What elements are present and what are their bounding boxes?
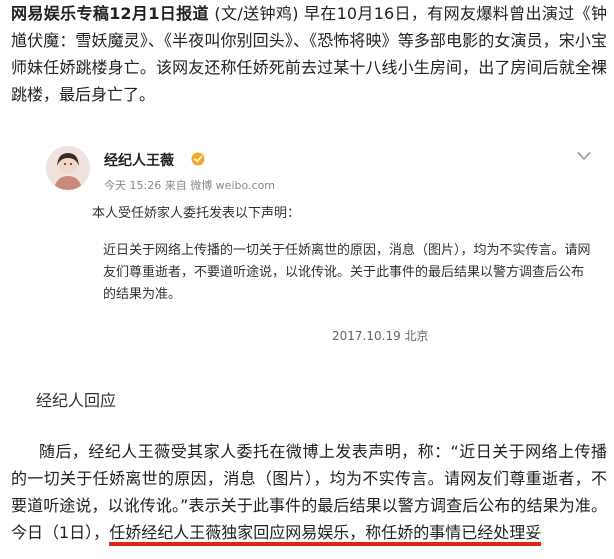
weibo-statement-heading: 本人受任娇家人委托发表以下声明： [92,206,301,221]
weibo-statement-body: 近日关于网络上传播的一切关于任娇离世的原因，消息（图片），均为不实传言。请网友们… [103,243,591,302]
chevron-down-icon[interactable] [577,151,591,161]
avatar-image [46,146,90,190]
article-intro-paragraph: 网易娱乐专稿12月1日报道 (文/送钟鸡) 早在10月16日，有网友爆料曾出演过… [11,0,607,108]
article-lead-bold: 网易娱乐专稿12月1日报道 [11,4,209,23]
weibo-statement-date: 2017.10.19 北京 [332,329,429,343]
avatar[interactable] [46,146,90,190]
article-body-paragraph: 随后，经纪人王薇受其家人委托在微博上发表声明，称：“近日关于网络上传播的一切关于… [11,438,607,546]
section-heading: 经纪人回应 [36,391,117,410]
article-body-highlight: 任娇经纪人王薇独家回应网易娱乐，称任娇的事情已经处理妥 [109,523,542,546]
weibo-account-name[interactable]: 经纪人王薇 [104,150,174,170]
weibo-post-card: 经纪人王薇 今天 15:26 来自 微博 weibo.com 本人受任娇家人委托… [37,123,599,367]
verified-badge-icon [191,152,205,166]
weibo-post-meta: 今天 15:26 来自 微博 weibo.com [104,179,276,192]
article-body-text-wrap: 随后，经纪人王薇受其家人委托在微博上发表声明，称：“近日关于网络上传播的一切关于… [11,438,607,546]
